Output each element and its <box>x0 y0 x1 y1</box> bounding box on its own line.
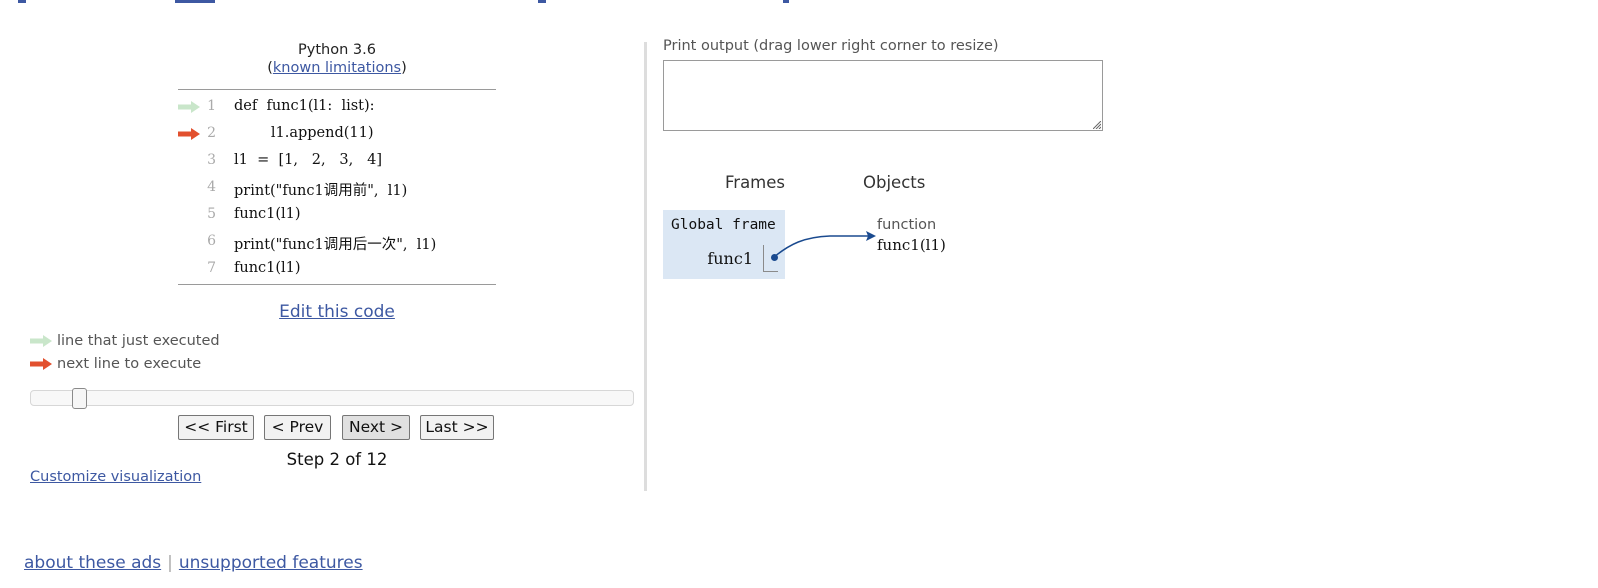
last-button[interactable]: Last >> <box>420 415 494 440</box>
line-number: 2 <box>207 125 216 141</box>
print-output-label: Print output (drag lower right corner to… <box>663 38 999 54</box>
slider-handle[interactable] <box>72 388 87 409</box>
legend-prev-label: line that just executed <box>57 333 220 349</box>
step-counter: Step 2 of 12 <box>286 450 388 469</box>
language-label: Python 3.6 <box>298 42 376 58</box>
next-line-arrow-icon <box>178 128 200 140</box>
code-line-5: 5 func1(l1) <box>178 202 496 229</box>
edit-code-link[interactable]: Edit this code <box>279 302 395 322</box>
line-number: 6 <box>207 233 216 249</box>
code-text: l1.append(11) <box>234 125 374 141</box>
prev-line-arrow-icon <box>30 335 52 347</box>
top-link-strip <box>0 0 1598 4</box>
footer-separator: | <box>167 553 173 573</box>
line-number: 4 <box>207 179 216 195</box>
code-line-7: 7 func1(l1) <box>178 256 496 283</box>
pointer-arrow <box>773 231 876 258</box>
code-text: func1(l1) <box>234 206 301 222</box>
edit-code-container: Edit this code <box>178 302 496 322</box>
about-ads-link[interactable]: about these ads <box>24 553 161 573</box>
next-line-arrow-icon <box>30 358 52 370</box>
line-number: 1 <box>207 98 216 114</box>
frame-title: Global frame <box>671 217 776 233</box>
code-text: print("func1调用后一次", l1) <box>234 237 437 253</box>
language-header: Python 3.6 (known limitations) <box>178 41 496 77</box>
code-text: l1 = [1, 2, 3, 4] <box>234 152 382 168</box>
code-text: def func1(l1: list): <box>234 98 375 114</box>
prev-button[interactable]: < Prev <box>264 415 331 440</box>
step-slider[interactable] <box>30 388 634 409</box>
first-button[interactable]: << First <box>178 415 254 440</box>
known-limitations-link[interactable]: known limitations <box>273 60 401 76</box>
next-button[interactable]: Next > <box>342 415 410 440</box>
line-number: 7 <box>207 260 216 276</box>
object-type: function <box>877 217 937 233</box>
legend-next-label: next line to execute <box>57 356 202 372</box>
code-line-3: 3 l1 = [1, 2, 3, 4] <box>178 148 496 175</box>
prev-line-arrow-icon <box>178 101 200 113</box>
object-value: func1(l1) <box>877 236 946 254</box>
footer: about these ads | unsupported features <box>24 553 363 573</box>
resize-grip-icon[interactable] <box>1093 121 1101 129</box>
objects-header: Objects <box>863 173 926 192</box>
customize-visualization-link[interactable]: Customize visualization <box>30 469 201 485</box>
variable-name: func1 <box>707 249 753 268</box>
code-line-6: 6 print("func1调用后一次", l1) <box>178 229 496 256</box>
code-line-2: 2 l1.append(11) <box>178 121 496 148</box>
limitations-line: (known limitations) <box>267 60 407 76</box>
code-display: 1 def func1(l1: list): 2 l1.append(11) 3… <box>178 89 496 285</box>
unsupported-features-link[interactable]: unsupported features <box>179 553 363 573</box>
line-number: 3 <box>207 152 216 168</box>
line-number: 5 <box>207 206 216 222</box>
global-frame: Global frame func1 <box>663 210 785 279</box>
column-divider <box>644 42 647 491</box>
code-line-4: 4 print("func1调用前", l1) <box>178 175 496 202</box>
code-line-1: 1 def func1(l1: list): <box>178 94 496 121</box>
code-text: print("func1调用前", l1) <box>234 183 408 199</box>
frames-header: Frames <box>725 173 786 192</box>
code-text: func1(l1) <box>234 260 301 276</box>
print-output-box[interactable] <box>663 60 1103 131</box>
